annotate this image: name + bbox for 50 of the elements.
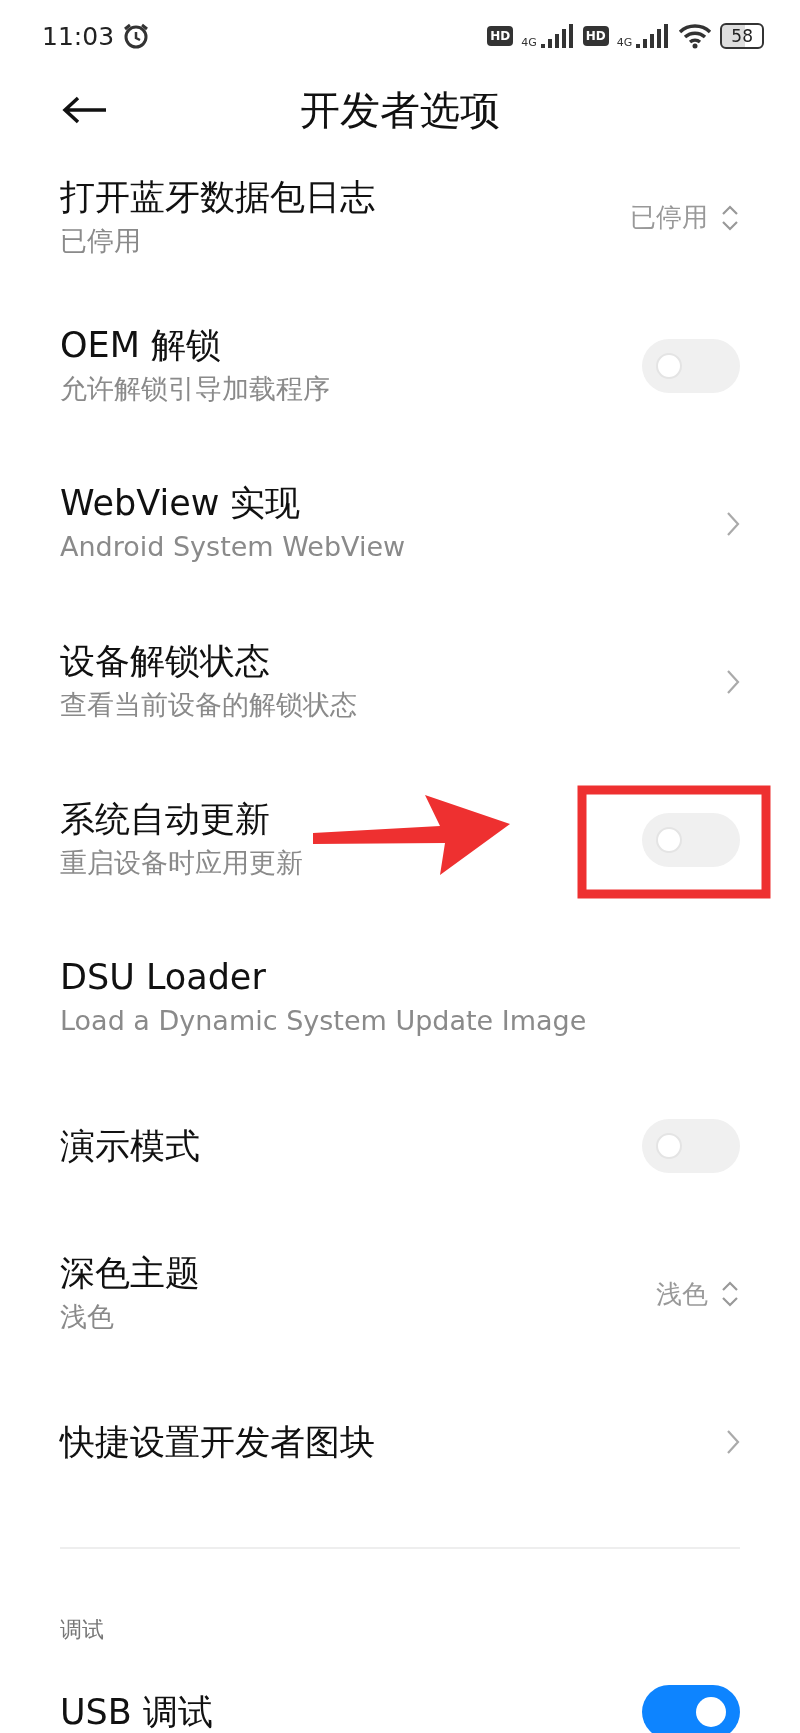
battery-level: 58 xyxy=(720,23,764,49)
settings-row[interactable]: 深色主题 浅色 浅色 xyxy=(0,1215,800,1373)
row-title: WebView 实现 xyxy=(60,482,302,525)
row-title: USB 调试 xyxy=(60,1691,213,1733)
row-subtitle: Android System WebView xyxy=(60,530,406,564)
signal-icon xyxy=(540,24,575,48)
settings-row[interactable]: WebView 实现 Android System WebView xyxy=(0,445,800,603)
alarm-clock-icon xyxy=(122,22,151,50)
settings-row[interactable]: 设备解锁状态 查看当前设备的解锁状态 xyxy=(0,603,800,761)
settings-row[interactable]: OEM 解锁 允许解锁引导加载程序 xyxy=(0,287,800,445)
section-header: 调试 xyxy=(59,1616,105,1644)
network-type: 4G xyxy=(521,35,537,49)
settings-row[interactable]: DSU Loader Load a Dynamic System Update Image xyxy=(0,919,800,1077)
row-title: 快捷设置开发者图块 xyxy=(60,1421,375,1464)
row-title: OEM 解锁 xyxy=(60,324,222,367)
status-time: 11:03 xyxy=(42,21,115,51)
row-subtitle: 浅色 xyxy=(60,1300,115,1334)
row-title: 深色主题 xyxy=(60,1252,200,1295)
select-value: 已停用 xyxy=(630,201,708,234)
settings-row[interactable]: 系统自动更新 重启设备时应用更新 xyxy=(0,761,800,919)
toggle-switch[interactable] xyxy=(642,339,740,393)
settings-row[interactable]: 打开蓝牙数据包日志 已停用 已停用 xyxy=(0,148,800,287)
row-title: 演示模式 xyxy=(60,1125,200,1168)
row-title: 打开蓝牙数据包日志 xyxy=(60,175,375,219)
row-subtitle: 重启设备时应用更新 xyxy=(60,846,303,880)
hd-badge: HD xyxy=(487,26,514,46)
row-subtitle: 已停用 xyxy=(60,223,142,258)
chevron-right-icon xyxy=(726,511,740,537)
wifi-icon xyxy=(678,23,713,49)
row-title: DSU Loader xyxy=(60,956,267,999)
settings-row[interactable]: USB 调试 xyxy=(0,1657,800,1733)
row-title: 设备解锁状态 xyxy=(60,640,271,683)
signal-icon xyxy=(636,24,671,48)
network-type: 4G xyxy=(616,35,633,49)
up-down-chevron-icon xyxy=(720,1279,740,1309)
row-subtitle: Load a Dynamic System Update Image xyxy=(60,1004,587,1038)
toggle-switch[interactable] xyxy=(642,813,740,867)
row-title: 系统自动更新 xyxy=(60,798,271,841)
row-subtitle: 允许解锁引导加载程序 xyxy=(60,372,330,406)
page-title: 开发者选项 xyxy=(300,85,500,135)
chevron-right-icon xyxy=(726,669,740,695)
toggle-switch[interactable] xyxy=(642,1119,740,1173)
row-subtitle: 查看当前设备的解锁状态 xyxy=(60,688,357,722)
hd-badge: HD xyxy=(582,26,609,46)
settings-row[interactable]: 演示模式 xyxy=(0,1077,800,1215)
back-arrow-icon[interactable] xyxy=(62,95,108,125)
toggle-switch[interactable] xyxy=(642,1685,740,1733)
settings-row[interactable]: 快捷设置开发者图块 xyxy=(0,1373,800,1511)
select-value: 浅色 xyxy=(656,1277,708,1311)
chevron-right-icon xyxy=(726,1429,740,1455)
